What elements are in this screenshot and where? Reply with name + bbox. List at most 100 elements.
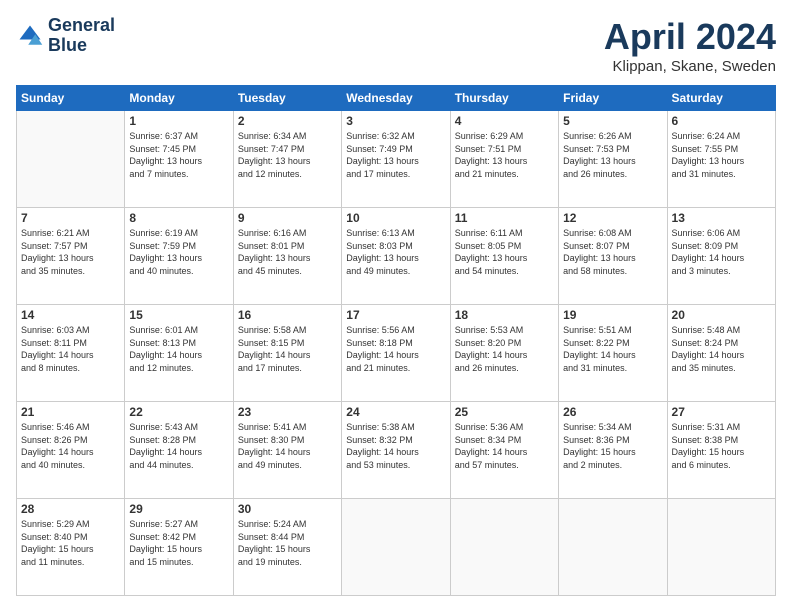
- day-info: Sunrise: 5:51 AM Sunset: 8:22 PM Dayligh…: [563, 324, 662, 374]
- day-info: Sunrise: 5:27 AM Sunset: 8:42 PM Dayligh…: [129, 518, 228, 568]
- page: General Blue April 2024 Klippan, Skane, …: [0, 0, 792, 612]
- day-number: 17: [346, 308, 445, 322]
- day-number: 22: [129, 405, 228, 419]
- logo-text: General Blue: [48, 16, 115, 56]
- day-info: Sunrise: 6:34 AM Sunset: 7:47 PM Dayligh…: [238, 130, 337, 180]
- day-number: 27: [672, 405, 771, 419]
- day-info: Sunrise: 5:46 AM Sunset: 8:26 PM Dayligh…: [21, 421, 120, 471]
- day-info: Sunrise: 5:58 AM Sunset: 8:15 PM Dayligh…: [238, 324, 337, 374]
- day-info: Sunrise: 5:43 AM Sunset: 8:28 PM Dayligh…: [129, 421, 228, 471]
- day-number: 14: [21, 308, 120, 322]
- day-info: Sunrise: 5:53 AM Sunset: 8:20 PM Dayligh…: [455, 324, 554, 374]
- day-info: Sunrise: 5:31 AM Sunset: 8:38 PM Dayligh…: [672, 421, 771, 471]
- calendar-cell: [342, 499, 450, 596]
- calendar-week-row: 7 Sunrise: 6:21 AM Sunset: 7:57 PM Daylig…: [17, 208, 776, 305]
- calendar-cell: 16 Sunrise: 5:58 AM Sunset: 8:15 PM Dayli…: [233, 305, 341, 402]
- calendar-cell: 29 Sunrise: 5:27 AM Sunset: 8:42 PM Dayli…: [125, 499, 233, 596]
- day-info: Sunrise: 6:01 AM Sunset: 8:13 PM Dayligh…: [129, 324, 228, 374]
- day-number: 9: [238, 211, 337, 225]
- location-subtitle: Klippan, Skane, Sweden: [604, 58, 776, 75]
- day-number: 18: [455, 308, 554, 322]
- day-number: 10: [346, 211, 445, 225]
- calendar-cell: 11 Sunrise: 6:11 AM Sunset: 8:05 PM Dayli…: [450, 208, 558, 305]
- month-title: April 2024: [604, 16, 776, 58]
- day-info: Sunrise: 5:48 AM Sunset: 8:24 PM Dayligh…: [672, 324, 771, 374]
- calendar-cell: 2Sunrise: 6:34 AM Sunset: 7:47 PM Daylig…: [233, 111, 341, 208]
- day-of-week-header: Monday: [125, 86, 233, 111]
- day-number: 7: [21, 211, 120, 225]
- calendar-week-row: 14 Sunrise: 6:03 AM Sunset: 8:11 PM Dayli…: [17, 305, 776, 402]
- day-info: Sunrise: 5:29 AM Sunset: 8:40 PM Dayligh…: [21, 518, 120, 568]
- day-info: Sunrise: 6:37 AM Sunset: 7:45 PM Dayligh…: [129, 130, 228, 180]
- calendar-cell: 23Sunrise: 5:41 AM Sunset: 8:30 PM Dayli…: [233, 402, 341, 499]
- logo-icon: [16, 22, 44, 50]
- day-of-week-header: Thursday: [450, 86, 558, 111]
- day-number: 25: [455, 405, 554, 419]
- day-info: Sunrise: 6:32 AM Sunset: 7:49 PM Dayligh…: [346, 130, 445, 180]
- day-number: 11: [455, 211, 554, 225]
- calendar-cell: [450, 499, 558, 596]
- day-number: 24: [346, 405, 445, 419]
- calendar-week-row: 21 Sunrise: 5:46 AM Sunset: 8:26 PM Dayli…: [17, 402, 776, 499]
- day-number: 29: [129, 502, 228, 516]
- day-info: Sunrise: 6:21 AM Sunset: 7:57 PM Dayligh…: [21, 227, 120, 277]
- calendar-cell: 20 Sunrise: 5:48 AM Sunset: 8:24 PM Dayli…: [667, 305, 775, 402]
- calendar-cell: [667, 499, 775, 596]
- day-info: Sunrise: 6:13 AM Sunset: 8:03 PM Dayligh…: [346, 227, 445, 277]
- logo-line1: General: [48, 16, 115, 36]
- calendar-cell: 12Sunrise: 6:08 AM Sunset: 8:07 PM Dayli…: [559, 208, 667, 305]
- calendar-week-row: 1 Sunrise: 6:37 AM Sunset: 7:45 PM Daylig…: [17, 111, 776, 208]
- calendar-cell: 28 Sunrise: 5:29 AM Sunset: 8:40 PM Dayli…: [17, 499, 125, 596]
- day-number: 16: [238, 308, 337, 322]
- day-of-week-header: Wednesday: [342, 86, 450, 111]
- calendar-cell: 1 Sunrise: 6:37 AM Sunset: 7:45 PM Daylig…: [125, 111, 233, 208]
- day-number: 13: [672, 211, 771, 225]
- calendar-cell: 3 Sunrise: 6:32 AM Sunset: 7:49 PM Daylig…: [342, 111, 450, 208]
- calendar-cell: 22 Sunrise: 5:43 AM Sunset: 8:28 PM Dayli…: [125, 402, 233, 499]
- day-info: Sunrise: 5:41 AM Sunset: 8:30 PM Dayligh…: [238, 421, 337, 471]
- day-info: Sunrise: 6:19 AM Sunset: 7:59 PM Dayligh…: [129, 227, 228, 277]
- day-number: 21: [21, 405, 120, 419]
- calendar-cell: [17, 111, 125, 208]
- calendar-cell: 15 Sunrise: 6:01 AM Sunset: 8:13 PM Dayli…: [125, 305, 233, 402]
- day-number: 28: [21, 502, 120, 516]
- calendar-cell: 13 Sunrise: 6:06 AM Sunset: 8:09 PM Dayli…: [667, 208, 775, 305]
- day-info: Sunrise: 6:11 AM Sunset: 8:05 PM Dayligh…: [455, 227, 554, 277]
- calendar-cell: 8 Sunrise: 6:19 AM Sunset: 7:59 PM Daylig…: [125, 208, 233, 305]
- day-number: 6: [672, 114, 771, 128]
- calendar-week-row: 28 Sunrise: 5:29 AM Sunset: 8:40 PM Dayli…: [17, 499, 776, 596]
- day-info: Sunrise: 6:26 AM Sunset: 7:53 PM Dayligh…: [563, 130, 662, 180]
- days-of-week-row: SundayMondayTuesdayWednesdayThursdayFrid…: [17, 86, 776, 111]
- day-number: 8: [129, 211, 228, 225]
- calendar-cell: 4 Sunrise: 6:29 AM Sunset: 7:51 PM Daylig…: [450, 111, 558, 208]
- calendar-cell: 21 Sunrise: 5:46 AM Sunset: 8:26 PM Dayli…: [17, 402, 125, 499]
- day-info: Sunrise: 5:34 AM Sunset: 8:36 PM Dayligh…: [563, 421, 662, 471]
- day-info: Sunrise: 6:08 AM Sunset: 8:07 PM Dayligh…: [563, 227, 662, 277]
- day-info: Sunrise: 6:03 AM Sunset: 8:11 PM Dayligh…: [21, 324, 120, 374]
- day-of-week-header: Sunday: [17, 86, 125, 111]
- logo: General Blue: [16, 16, 115, 56]
- logo-line2: Blue: [48, 36, 115, 56]
- day-of-week-header: Friday: [559, 86, 667, 111]
- day-info: Sunrise: 6:06 AM Sunset: 8:09 PM Dayligh…: [672, 227, 771, 277]
- calendar-cell: 9Sunrise: 6:16 AM Sunset: 8:01 PM Daylig…: [233, 208, 341, 305]
- day-number: 19: [563, 308, 662, 322]
- day-number: 3: [346, 114, 445, 128]
- day-info: Sunrise: 5:36 AM Sunset: 8:34 PM Dayligh…: [455, 421, 554, 471]
- calendar-cell: 27 Sunrise: 5:31 AM Sunset: 8:38 PM Dayli…: [667, 402, 775, 499]
- day-number: 20: [672, 308, 771, 322]
- day-number: 30: [238, 502, 337, 516]
- calendar-cell: 6Sunrise: 6:24 AM Sunset: 7:55 PM Daylig…: [667, 111, 775, 208]
- calendar-cell: 10 Sunrise: 6:13 AM Sunset: 8:03 PM Dayli…: [342, 208, 450, 305]
- calendar-cell: 26Sunrise: 5:34 AM Sunset: 8:36 PM Dayli…: [559, 402, 667, 499]
- day-number: 15: [129, 308, 228, 322]
- day-number: 4: [455, 114, 554, 128]
- day-info: Sunrise: 6:29 AM Sunset: 7:51 PM Dayligh…: [455, 130, 554, 180]
- calendar-cell: 5Sunrise: 6:26 AM Sunset: 7:53 PM Daylig…: [559, 111, 667, 208]
- calendar-cell: 7 Sunrise: 6:21 AM Sunset: 7:57 PM Daylig…: [17, 208, 125, 305]
- day-info: Sunrise: 5:24 AM Sunset: 8:44 PM Dayligh…: [238, 518, 337, 568]
- day-number: 1: [129, 114, 228, 128]
- title-block: April 2024 Klippan, Skane, Sweden: [604, 16, 776, 75]
- calendar-table: SundayMondayTuesdayWednesdayThursdayFrid…: [16, 85, 776, 596]
- calendar-cell: [559, 499, 667, 596]
